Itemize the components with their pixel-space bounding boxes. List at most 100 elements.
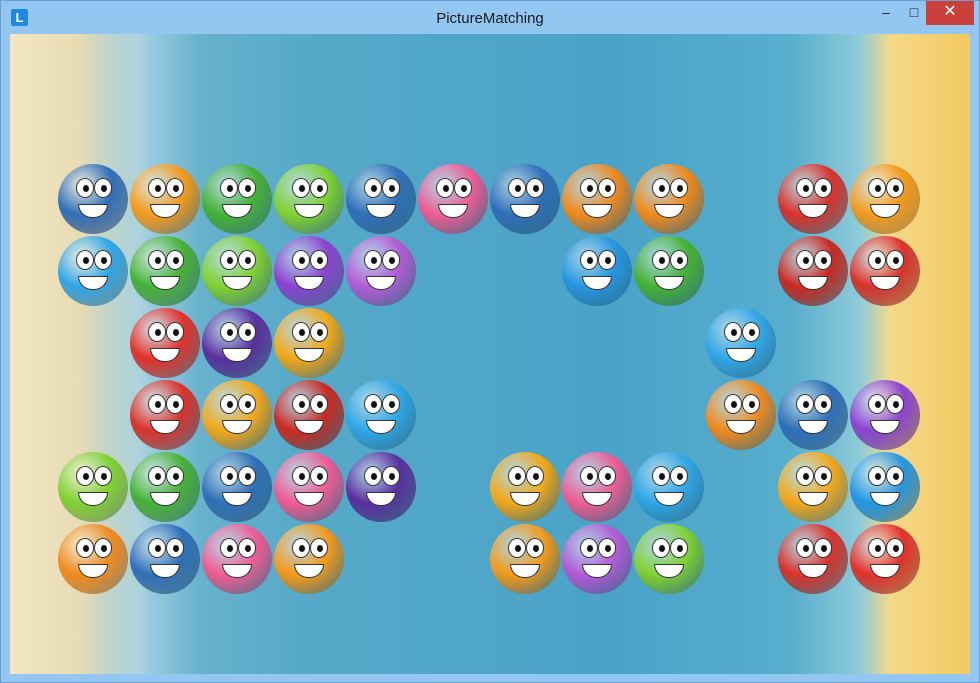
red-shrimp-icon[interactable] <box>778 524 848 594</box>
tile-eye <box>94 538 112 558</box>
title-bar[interactable]: L PictureMatching – □ ✕ <box>1 1 979 34</box>
tile-mouth <box>294 492 324 506</box>
tile-eye <box>292 466 310 486</box>
green-ball-icon[interactable] <box>58 452 128 522</box>
tile-eye <box>652 250 670 270</box>
tile-eye <box>148 538 166 558</box>
orange-dizzy-icon[interactable] <box>562 164 632 234</box>
tile-eye <box>580 538 598 558</box>
tile-eye <box>148 322 166 342</box>
tile-mouth <box>798 420 828 434</box>
blue-dolphin-icon[interactable] <box>58 236 128 306</box>
tile-mouth <box>222 564 252 578</box>
red-crab-icon[interactable] <box>274 380 344 450</box>
orange-fish-icon[interactable] <box>130 164 200 234</box>
orange-fish-icon[interactable] <box>274 524 344 594</box>
yellow-snail-icon[interactable] <box>274 308 344 378</box>
blue-squid-icon[interactable] <box>562 236 632 306</box>
yellow-snail-icon[interactable] <box>490 452 560 522</box>
tile-eye <box>76 466 94 486</box>
purple-monster-icon[interactable] <box>346 452 416 522</box>
whale-icon[interactable] <box>346 164 416 234</box>
tile-mouth <box>78 276 108 290</box>
purple-blob-icon[interactable] <box>274 236 344 306</box>
red-shrimp-icon[interactable] <box>850 236 920 306</box>
green-ball-icon[interactable] <box>202 236 272 306</box>
tile-mouth <box>366 420 396 434</box>
tile-eye <box>436 178 454 198</box>
tile-eye <box>220 178 238 198</box>
tile-eye <box>742 322 760 342</box>
tile-eye <box>238 178 256 198</box>
green-frog-icon[interactable] <box>130 452 200 522</box>
yellow-snail-icon[interactable] <box>778 452 848 522</box>
blue-dolphin-icon[interactable] <box>634 452 704 522</box>
tile-mouth <box>150 204 180 218</box>
purple-blob-icon[interactable] <box>850 380 920 450</box>
purple-jellyfish-icon[interactable] <box>346 236 416 306</box>
tile-eye <box>670 466 688 486</box>
tile-eye <box>94 466 112 486</box>
tile-eye <box>310 322 328 342</box>
whale-icon[interactable] <box>58 164 128 234</box>
whale-icon[interactable] <box>130 524 200 594</box>
pink-puffer-icon[interactable] <box>274 452 344 522</box>
tile-eye <box>868 250 886 270</box>
red-crab-icon[interactable] <box>778 236 848 306</box>
tile-eye <box>364 178 382 198</box>
red-shrimp-icon[interactable] <box>130 380 200 450</box>
red-octopus-icon[interactable] <box>130 308 200 378</box>
green-frog-icon[interactable] <box>130 236 200 306</box>
tile-eye <box>310 466 328 486</box>
tile-mouth <box>222 492 252 506</box>
tile-eye <box>166 322 184 342</box>
tile-mouth <box>366 492 396 506</box>
close-button[interactable]: ✕ <box>926 1 974 25</box>
orange-dizzy-icon[interactable] <box>58 524 128 594</box>
tile-eye <box>814 466 832 486</box>
pink-puffer-icon[interactable] <box>202 524 272 594</box>
tile-eye <box>220 466 238 486</box>
tile-eye <box>508 466 526 486</box>
green-ball-icon[interactable] <box>274 164 344 234</box>
tile-eye <box>364 466 382 486</box>
orange-dizzy-icon[interactable] <box>634 164 704 234</box>
blue-dolphin-icon[interactable] <box>346 380 416 450</box>
tile-eye <box>310 178 328 198</box>
tile-mouth <box>222 420 252 434</box>
orange-fish-icon[interactable] <box>850 164 920 234</box>
tile-eye <box>724 322 742 342</box>
tile-mouth <box>798 564 828 578</box>
whale-icon[interactable] <box>490 164 560 234</box>
blue-dolphin-icon[interactable] <box>706 308 776 378</box>
yellow-snail-icon[interactable] <box>202 380 272 450</box>
tile-mouth <box>510 564 540 578</box>
green-ball-icon[interactable] <box>634 524 704 594</box>
tile-eye <box>886 394 904 414</box>
minimize-button[interactable]: – <box>869 1 903 25</box>
tile-mouth <box>654 492 684 506</box>
maximize-button[interactable]: □ <box>903 1 925 25</box>
tile-mouth <box>366 276 396 290</box>
blue-squid-icon[interactable] <box>850 452 920 522</box>
orange-fish-icon[interactable] <box>490 524 560 594</box>
red-octopus-icon[interactable] <box>850 524 920 594</box>
tile-eye <box>148 250 166 270</box>
purple-jellyfish-icon[interactable] <box>562 524 632 594</box>
whale-icon[interactable] <box>778 380 848 450</box>
tile-eye <box>166 250 184 270</box>
whale-icon[interactable] <box>202 452 272 522</box>
tile-eye <box>166 538 184 558</box>
pink-puffer-icon[interactable] <box>562 452 632 522</box>
tile-mouth <box>870 204 900 218</box>
tile-mouth <box>222 348 252 362</box>
orange-dizzy-icon[interactable] <box>706 380 776 450</box>
pink-puffer-icon[interactable] <box>418 164 488 234</box>
tile-eye <box>796 466 814 486</box>
tile-eye <box>814 250 832 270</box>
green-frog-icon[interactable] <box>634 236 704 306</box>
red-shrimp-icon[interactable] <box>778 164 848 234</box>
purple-monster-icon[interactable] <box>202 308 272 378</box>
tile-mouth <box>870 420 900 434</box>
green-frog-icon[interactable] <box>202 164 272 234</box>
